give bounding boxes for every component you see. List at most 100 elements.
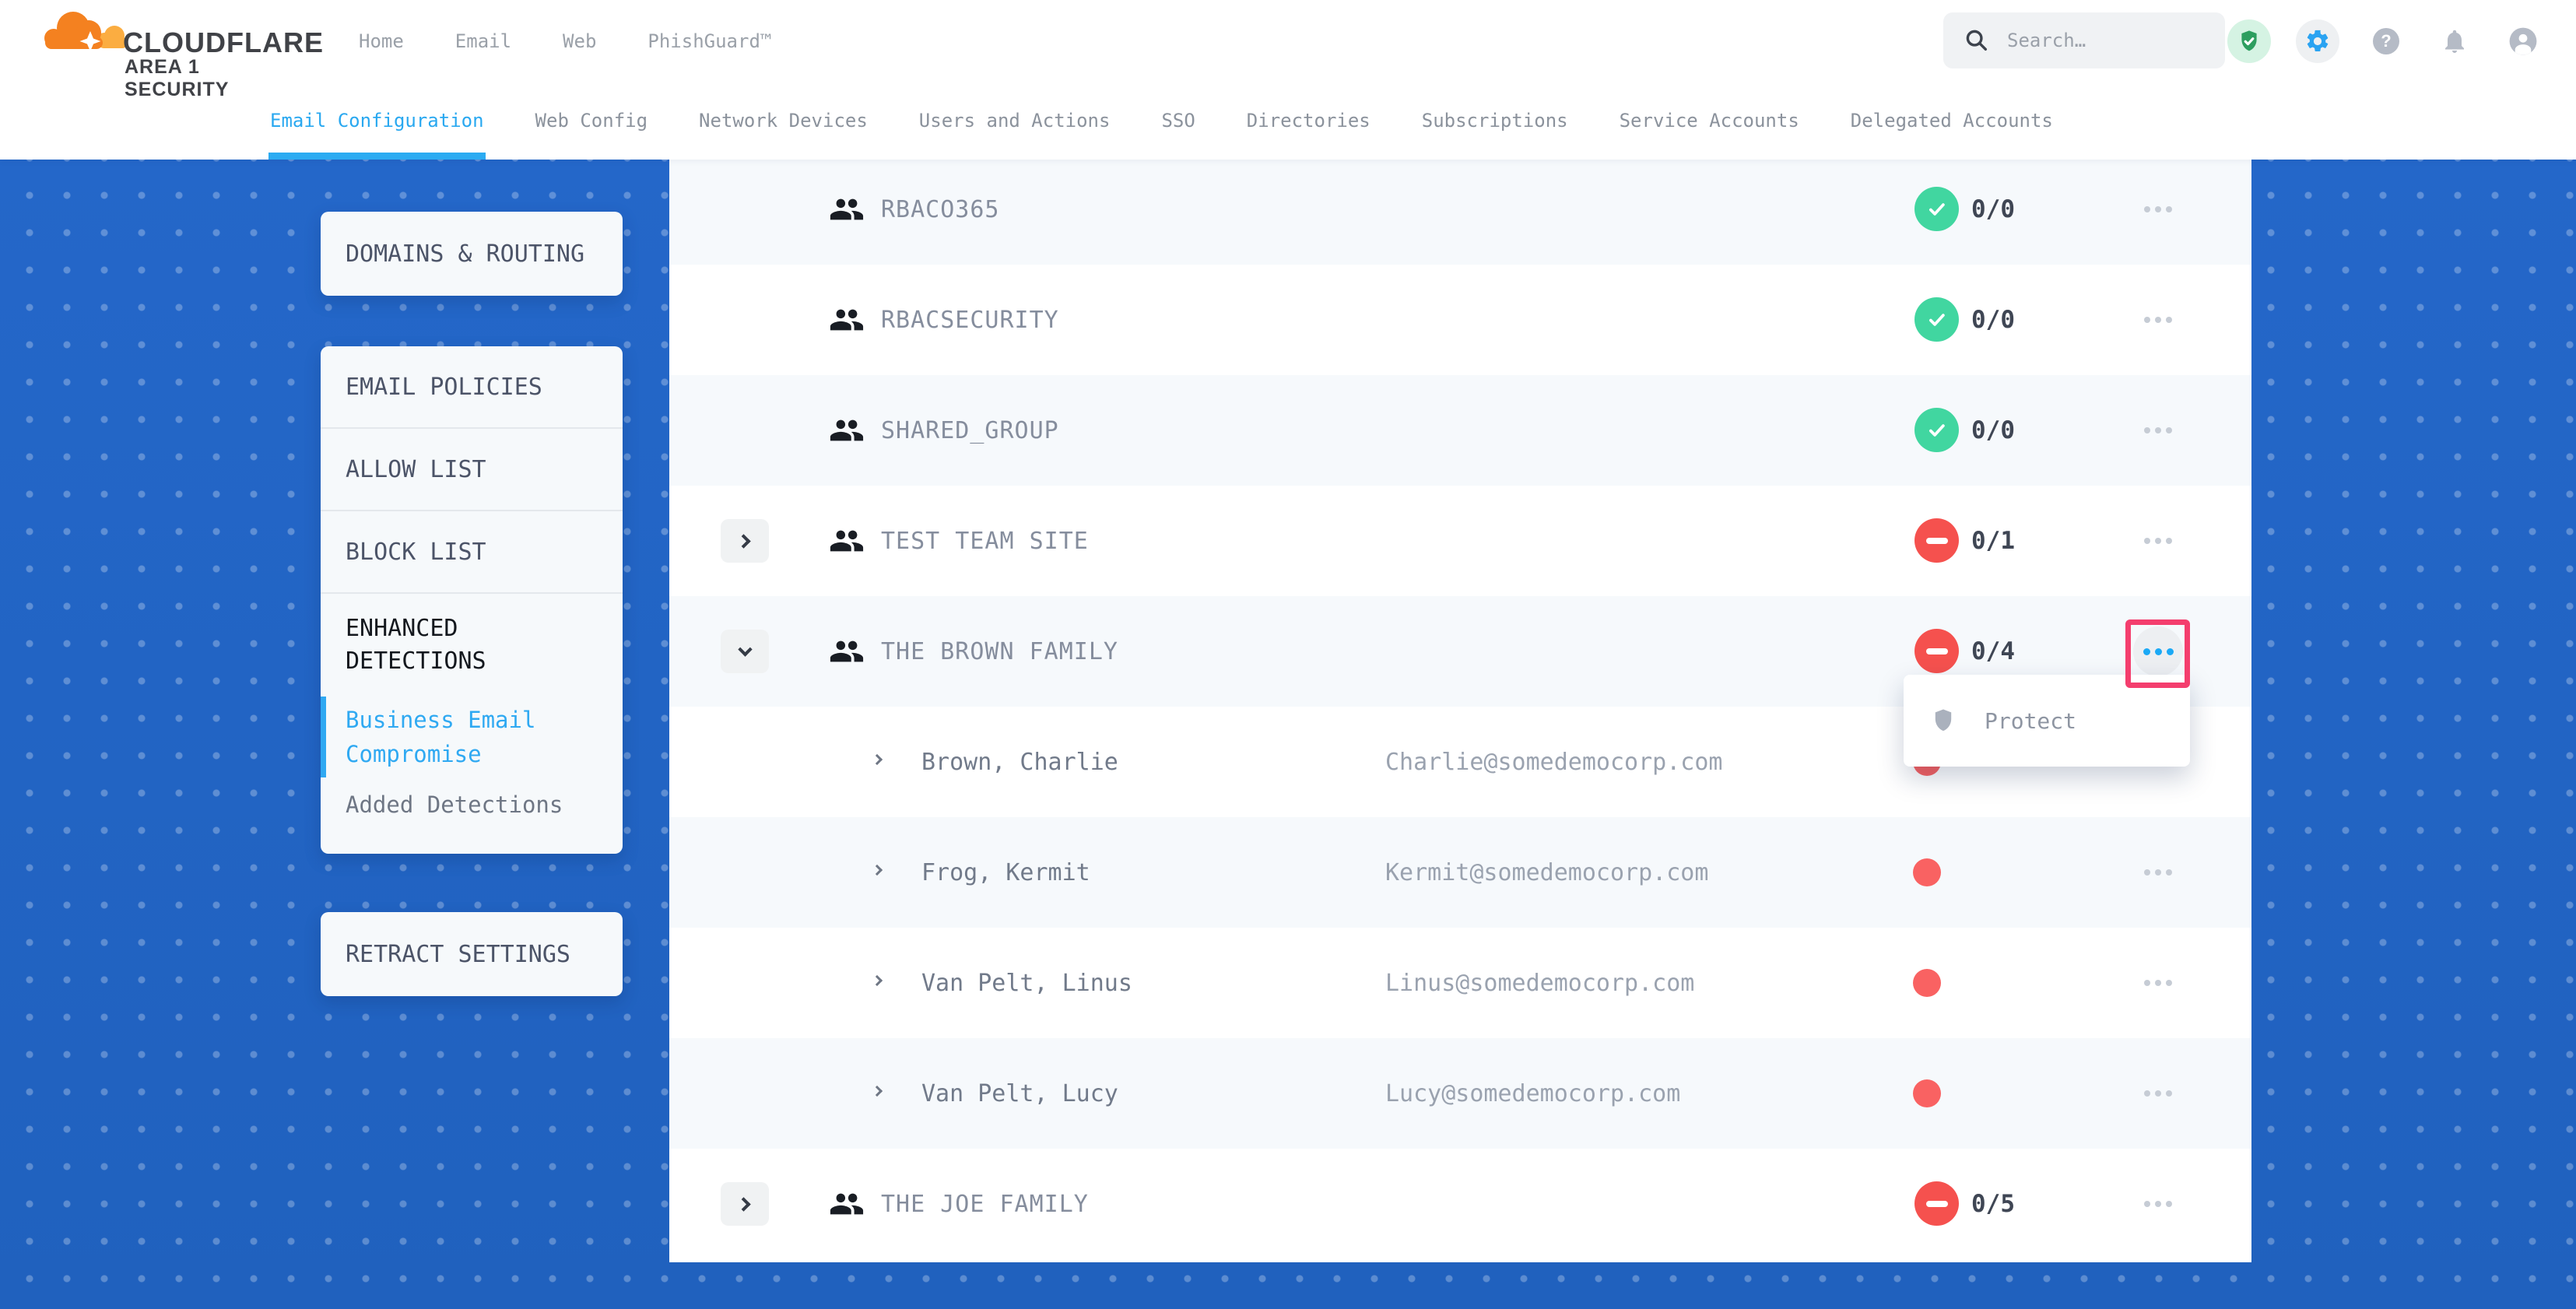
row-menu-button[interactable]	[2144, 486, 2172, 596]
table-row: Frog, Kermit Kermit@somedemocorp.com	[669, 817, 2251, 928]
row-menu-button-active[interactable]	[2133, 626, 2183, 676]
row-menu-button[interactable]	[2144, 160, 2172, 265]
status-protected-badge	[1914, 187, 1959, 231]
cloudflare-logo[interactable]: CLOUDFLARE AREA 1 SECURITY	[40, 3, 305, 79]
chevron-right-icon	[736, 534, 750, 548]
sidebar-item-added-detections[interactable]: Added Detections	[346, 791, 598, 818]
nav-email[interactable]: Email	[455, 30, 511, 52]
protection-status-button[interactable]	[2227, 19, 2271, 63]
tab-network-devices[interactable]: Network Devices	[699, 82, 868, 160]
group-name: THE JOE FAMILY	[881, 1149, 1089, 1259]
tab-subscriptions[interactable]: Subscriptions	[1422, 82, 1568, 160]
member-email: Charlie@somedemocorp.com	[1385, 707, 1722, 817]
enhanced-detections-title[interactable]: ENHANCED DETECTIONS	[346, 612, 598, 678]
group-icon	[829, 1186, 865, 1225]
chevron-right-icon[interactable]	[872, 1086, 883, 1097]
search-box[interactable]	[1943, 12, 2225, 68]
sidebar-label: ALLOW LIST	[346, 456, 486, 483]
sidebar-item-block-list[interactable]: BLOCK LIST	[321, 511, 623, 594]
minus-icon	[1926, 538, 1948, 544]
sidebar-item-allow-list[interactable]: ALLOW LIST	[321, 429, 623, 511]
header-icons: ?	[2227, 0, 2545, 82]
table-row: RBACSECURITY 0/0	[669, 265, 2251, 375]
account-button[interactable]	[2501, 19, 2545, 63]
gear-icon	[2304, 28, 2331, 54]
member-name: Van Pelt, Linus	[921, 928, 1132, 1038]
help-icon: ?	[2373, 28, 2399, 54]
tab-service-accounts[interactable]: Service Accounts	[1620, 82, 1799, 160]
nav-web[interactable]: Web	[563, 30, 596, 52]
member-name: Brown, Charlie	[921, 707, 1118, 817]
top-navigation: Home Email Web PhishGuard™	[359, 0, 771, 82]
tab-users-and-actions[interactable]: Users and Actions	[919, 82, 1111, 160]
unprotected-dot	[1913, 858, 1941, 886]
chevron-right-icon	[736, 1197, 750, 1211]
table-row: RBACO365 0/0	[669, 160, 2251, 265]
member-email: Kermit@somedemocorp.com	[1385, 817, 1708, 928]
search-input[interactable]	[2007, 30, 2202, 51]
help-button[interactable]: ?	[2364, 19, 2408, 63]
group-name: SHARED_GROUP	[881, 375, 1059, 486]
row-menu-button[interactable]	[2144, 1038, 2172, 1149]
status-unprotected-badge	[1914, 518, 1959, 563]
status-unprotected-badge	[1914, 629, 1959, 673]
group-name: RBACO365	[881, 160, 1000, 265]
group-name: TEST TEAM SITE	[881, 486, 1089, 596]
unprotected-dot	[1913, 1079, 1941, 1107]
status-protected-badge	[1914, 297, 1959, 342]
tab-delegated-accounts[interactable]: Delegated Accounts	[1851, 82, 2053, 160]
expand-row-button[interactable]	[721, 1182, 769, 1226]
menu-item-protect[interactable]: Protect	[1985, 708, 2076, 734]
tab-sso[interactable]: SSO	[1161, 82, 1195, 160]
chevron-right-icon[interactable]	[872, 865, 883, 876]
status-protected-badge	[1914, 408, 1959, 452]
unprotected-dot	[1913, 969, 1941, 997]
expand-row-button[interactable]	[721, 519, 769, 563]
sidebar-label: RETRACT SETTINGS	[346, 941, 570, 968]
protection-count: 0/0	[1971, 160, 2015, 265]
group-icon	[829, 302, 865, 341]
row-menu-button[interactable]	[2144, 817, 2172, 928]
sidebar-item-business-email-compromise[interactable]: Business Email Compromise	[346, 703, 598, 771]
collapse-row-button[interactable]	[721, 630, 769, 673]
sidebar-item-retract-settings[interactable]: RETRACT SETTINGS	[321, 912, 623, 996]
brand-name: CLOUDFLARE	[123, 26, 324, 59]
minus-icon	[1926, 1201, 1948, 1207]
table-row: SHARED_GROUP 0/0	[669, 375, 2251, 486]
chevron-right-icon[interactable]	[872, 754, 883, 765]
chevron-down-icon	[738, 642, 752, 656]
nav-home[interactable]: Home	[359, 30, 404, 52]
sidebar-label: DOMAINS & ROUTING	[346, 240, 584, 268]
table-row: Van Pelt, Linus Linus@somedemocorp.com	[669, 928, 2251, 1038]
row-menu-button[interactable]	[2144, 375, 2172, 486]
content-area: DOMAINS & ROUTING EMAIL POLICIES ALLOW L…	[0, 160, 2576, 1309]
row-menu-button[interactable]	[2144, 265, 2172, 375]
bell-icon	[2441, 27, 2469, 55]
row-menu-button[interactable]	[2144, 928, 2172, 1038]
tab-directories[interactable]: Directories	[1247, 82, 1370, 160]
sidebar-label: BLOCK LIST	[346, 539, 486, 566]
sidebar-policies-card: EMAIL POLICIES ALLOW LIST BLOCK LIST ENH…	[321, 346, 623, 854]
table-row: TEST TEAM SITE 0/1	[669, 486, 2251, 596]
group-name: RBACSECURITY	[881, 265, 1059, 375]
chevron-right-icon[interactable]	[872, 975, 883, 986]
settings-button[interactable]	[2296, 19, 2339, 63]
row-menu-button[interactable]	[2144, 1149, 2172, 1259]
brand-division: AREA 1 SECURITY	[125, 56, 305, 101]
member-name: Van Pelt, Lucy	[921, 1038, 1118, 1149]
group-name: THE BROWN FAMILY	[881, 596, 1118, 707]
sidebar-section-enhanced-detections: ENHANCED DETECTIONS Business Email Compr…	[321, 594, 623, 818]
group-icon	[829, 191, 865, 230]
protection-count: 0/1	[1971, 486, 2015, 596]
nav-phishguard[interactable]: PhishGuard™	[648, 30, 771, 52]
member-name: Frog, Kermit	[921, 817, 1090, 928]
group-icon	[829, 412, 865, 451]
notifications-button[interactable]	[2433, 19, 2476, 63]
protection-count: 0/0	[1971, 265, 2015, 375]
sidebar-item-email-policies[interactable]: EMAIL POLICIES	[321, 346, 623, 429]
tab-web-config[interactable]: Web Config	[535, 82, 648, 160]
shield-check-icon	[2237, 29, 2262, 54]
member-email: Linus@somedemocorp.com	[1385, 928, 1694, 1038]
secondary-navigation: Email Configuration Web Config Network D…	[0, 82, 2576, 160]
sidebar-item-domains-routing[interactable]: DOMAINS & ROUTING	[321, 212, 623, 296]
